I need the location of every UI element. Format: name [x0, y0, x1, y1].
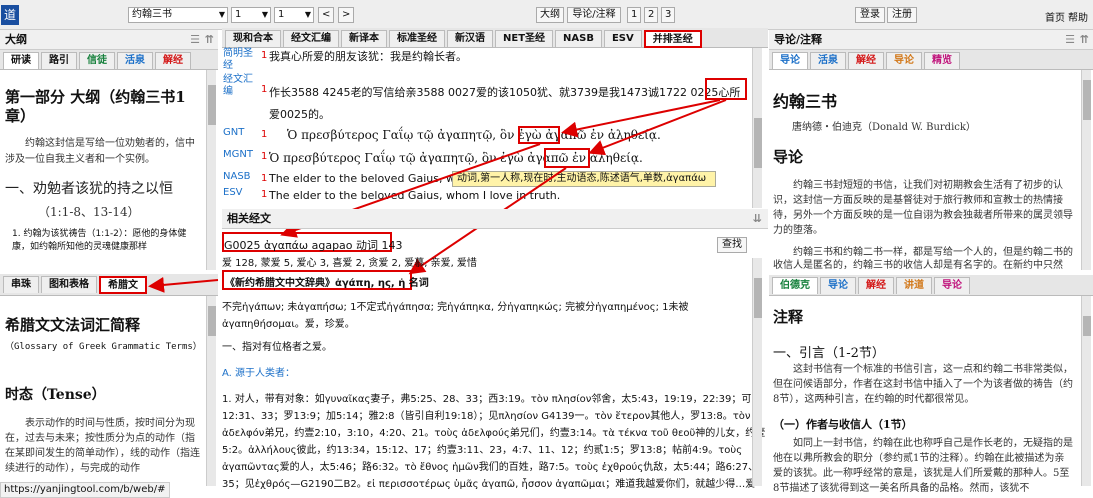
commentary-tabs: 伯德克 导论 解经 讲道 导论	[769, 275, 1093, 296]
author-line: 唐纳德・伯迪克（Donald W. Burdick）	[792, 122, 976, 133]
book-title: 约翰三书	[773, 92, 838, 111]
commentary-title: 注释	[773, 308, 804, 326]
tab-intro[interactable]: 导论	[820, 277, 856, 294]
commentary-paragraph-2: 如同上一封书信，约翰在此也称呼自己是作长老的，无疑指的是他在以弗所教会的职分（参…	[773, 438, 1073, 494]
tab-exegesis[interactable]: 解经	[848, 52, 884, 69]
tab-burdick[interactable]: 伯德克	[772, 277, 818, 294]
dictionary-line: 5:2。ἀλλήλους彼此，约13:34，15:12、17；约壹3:11、23…	[222, 445, 743, 456]
tab-living-spring[interactable]: 活泉	[810, 52, 846, 69]
strongs-entry-head: G0025 ἀγαπάω agapao 动词 143	[224, 239, 403, 252]
scroll-thumb[interactable]	[1083, 80, 1091, 120]
dictionary-line: ἀγαπῶντας爱的人，太5:46；路6:32。τὸ ἔθνος ἡμῶν我们…	[222, 462, 759, 473]
dictionary-line: 不完ἠγάπων; 未ἀγαπήσω; 1不定式ἠγάπησα; 完ἠγάπηκ…	[222, 302, 689, 313]
dictionary-line: 1. 对人，带有对象：如γυναῖκας妻子，弗5:25、28、33；西3:19…	[222, 394, 752, 405]
status-url: https://yanjingtool.com/b/web/#	[0, 482, 170, 498]
intro-paragraph: 约翰三书封短短的书信，让我们对初期教会生活有了初步的认识，这封信一方面反映的是基…	[773, 180, 1073, 236]
dictionary-line: 35；见ἐχθρός—G2190二B2。εἰ περισσοτέρως ὑμᾶς…	[222, 479, 756, 490]
tab-sermon[interactable]: 讲道	[896, 277, 932, 294]
dictionary-scrollbar[interactable]	[752, 258, 762, 486]
commentary-scrollbar[interactable]	[1081, 296, 1091, 486]
notes-tabs: 导论 活泉 解经 导论 精览	[769, 50, 1093, 70]
tab-highlights[interactable]: 精览	[924, 52, 960, 69]
scroll-thumb[interactable]	[1083, 316, 1091, 336]
related-title: 相关经文	[227, 212, 271, 225]
intro-heading: 导论	[773, 148, 804, 166]
dictionary-line: 12:31、33；罗13:9；加5:14；雅2:8（皆引自利19:18）；见πλ…	[222, 411, 751, 422]
dictionary-line: ἀγαπηθήσομαι。爱，珍爱。	[222, 319, 355, 330]
notes-panel-title: 导论/注释	[774, 33, 823, 46]
collapse-icon[interactable]: ⇈	[1080, 30, 1089, 50]
dictionary-line: 一、指对有位格者之爱。	[222, 342, 332, 353]
scroll-thumb[interactable]	[754, 278, 762, 318]
dictionary-line: ἀδελφόν弟兄，约壹2:10，3:10，4:20、21。τοὺς ἀδελφ…	[222, 428, 766, 439]
commentary-paragraph: 这封书信有一个标准的书信引言，这一点和约翰二书非常类似，但在问候语部分，作者在这…	[773, 364, 1073, 405]
dictionary-line: A. 源于人类者：	[222, 368, 296, 379]
notes-panel-header: 导论/注释 ☰ ⇈	[769, 30, 1093, 50]
commentary-subsection: （一）作者与收信人（1节）	[773, 418, 913, 431]
commentary-section-title: 一、引言（1-2节）	[773, 346, 885, 361]
collapse-icon[interactable]: ⇊	[753, 209, 762, 229]
tab-intro-2[interactable]: 导论	[886, 52, 922, 69]
related-header: 相关经文 ⇊	[222, 209, 768, 229]
tab-intro[interactable]: 导论	[772, 52, 808, 69]
usage-counts: 爱 128, 蒙爱 5, 爱心 3, 喜爱 2, 贪爱 2, 爱慕, 亲爱, 爱…	[222, 258, 477, 269]
tab-intro-2[interactable]: 导论	[934, 277, 970, 294]
dictionary-title: 《新约希腊文中文辞典》ἀγάπη, ης, ἡ 名词	[225, 278, 429, 289]
search-button[interactable]: 查找	[717, 237, 747, 253]
intro-paragraph-2: 约翰三书和约翰二书一样，都是写给一个人的，但是约翰二书的收信人是匿名的，约翰三书…	[773, 247, 1073, 270]
list-icon[interactable]: ☰	[1065, 30, 1075, 50]
tab-exegesis[interactable]: 解经	[858, 277, 894, 294]
notes-scrollbar[interactable]	[1081, 70, 1091, 270]
